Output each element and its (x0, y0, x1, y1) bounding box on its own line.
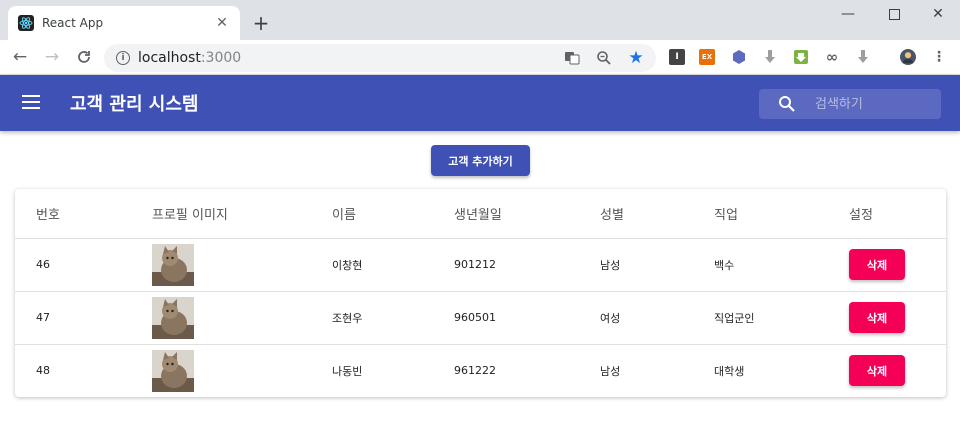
download-icon[interactable] (855, 49, 871, 65)
cell-id: 46 (15, 238, 131, 292)
cell-birthday: 961222 (454, 364, 496, 378)
react-icon (18, 15, 34, 31)
delete-button[interactable]: 삭제 (849, 355, 905, 387)
cell-gender: 남성 (579, 238, 693, 292)
browser-tabstrip: React App ✕ + — ✕ (0, 0, 960, 40)
cell-id: 47 (15, 291, 131, 345)
header-job: 직업 (693, 189, 828, 239)
close-window-icon[interactable]: ✕ (916, 2, 960, 26)
zoom-icon[interactable] (596, 50, 612, 66)
search-input[interactable] (815, 96, 925, 112)
download-arrow-icon[interactable] (762, 49, 778, 65)
cell-name: 나동빈 (332, 364, 363, 378)
cell-settings: 삭제 (828, 344, 946, 397)
address-bar[interactable]: i localhost:3000 ★ (104, 44, 656, 72)
bookmark-star-icon[interactable]: ★ (628, 48, 644, 68)
cell-gender: 남성 (600, 364, 621, 378)
cell-birthday: 960501 (433, 291, 579, 345)
translate-icon[interactable] (564, 50, 580, 66)
url-host: localhost (138, 50, 201, 66)
cell-birthday: 901212 (433, 238, 579, 292)
cat-photo-icon (152, 349, 194, 392)
cell-job: 대학생 (714, 364, 745, 378)
cell-job: 백수 (693, 238, 828, 292)
extension-green-icon[interactable] (793, 49, 809, 65)
cell-name: 조현우 (311, 291, 433, 345)
profile-avatar-icon[interactable] (900, 49, 916, 65)
browser-toolbar: ← → i localhost:3000 ★ I EX ∞ ⋮ (0, 40, 960, 75)
search-box (759, 89, 941, 119)
add-customer-button[interactable]: 고객 추가하기 (431, 145, 530, 176)
cell-id: 48 (36, 364, 50, 378)
cat-photo-icon (152, 296, 194, 339)
infinity-icon[interactable]: ∞ (824, 48, 840, 66)
info-icon[interactable]: i (116, 51, 130, 65)
header-gender: 성별 (579, 189, 693, 239)
cell-profile-image (131, 344, 311, 397)
cell-profile-image (131, 291, 311, 345)
app-bar: 고객 관리 시스템 (0, 75, 960, 131)
new-tab-button[interactable]: + (250, 11, 272, 35)
app-title: 고객 관리 시스템 (70, 94, 199, 115)
cell-name: 이창현 (311, 238, 433, 292)
customer-table: 번호 프로필 이미지 이름 생년월일 성별 직업 설정 46 이창현 90121… (15, 189, 946, 397)
search-icon (759, 89, 815, 119)
customer-table-container: 번호 프로필 이미지 이름 생년월일 성별 직업 설정 46 이창현 90121… (15, 189, 946, 397)
extension-hexagon-icon[interactable] (731, 49, 747, 65)
header-id: 번호 (15, 189, 131, 239)
cell-job: 직업군인 (693, 291, 828, 345)
delete-button[interactable]: 삭제 (849, 302, 905, 333)
extension-ex-icon[interactable]: EX (699, 49, 715, 65)
cell-settings: 삭제 (828, 291, 946, 345)
minimize-icon[interactable]: — (826, 2, 870, 26)
cell-settings: 삭제 (828, 238, 946, 292)
header-settings: 설정 (828, 189, 946, 239)
delete-button[interactable]: 삭제 (849, 249, 905, 280)
reload-icon[interactable] (73, 46, 95, 68)
header-profile-image: 프로필 이미지 (131, 189, 311, 239)
tab-title: React App (42, 16, 104, 30)
table-row: 47 조현우 960501 여성 직업군인 삭제 (15, 291, 946, 345)
close-tab-icon[interactable]: ✕ (214, 15, 230, 31)
cat-photo-icon (152, 243, 194, 286)
cell-gender: 여성 (579, 291, 693, 345)
maximize-icon[interactable] (872, 2, 916, 26)
cell-profile-image (131, 238, 311, 292)
back-icon[interactable]: ← (9, 46, 31, 68)
forward-icon[interactable]: → (41, 46, 63, 68)
browser-tab[interactable]: React App ✕ (8, 6, 240, 40)
more-menu-icon[interactable]: ⋮ (931, 49, 947, 65)
header-name: 이름 (311, 189, 433, 239)
url-port: :3000 (200, 50, 242, 66)
menu-icon[interactable] (22, 95, 40, 109)
table-row: 48 나동빈 961222 남성 대학생 삭제 (15, 344, 946, 397)
extension-icon[interactable]: I (669, 49, 685, 65)
header-birthday: 생년월일 (433, 189, 579, 239)
table-header-row: 번호 프로필 이미지 이름 생년월일 성별 직업 설정 (15, 189, 946, 239)
table-row: 46 이창현 901212 남성 백수 삭제 (15, 238, 946, 292)
